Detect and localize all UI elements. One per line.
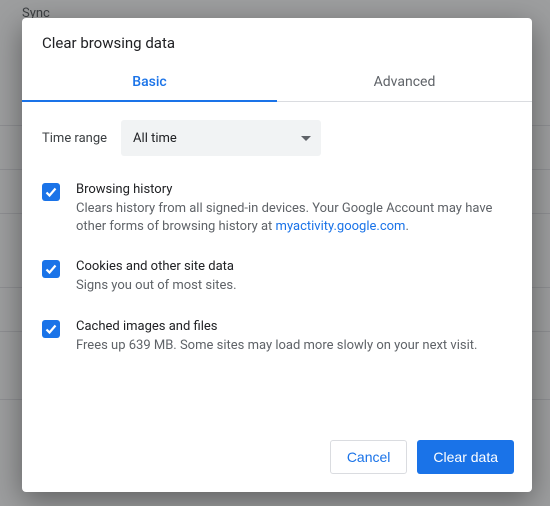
checkbox-browsing-history[interactable] <box>42 183 60 201</box>
option-title: Cached images and files <box>76 319 477 334</box>
tabs: Basic Advanced <box>22 62 532 102</box>
option-title: Cookies and other site data <box>76 259 237 274</box>
chevron-down-icon <box>301 136 311 141</box>
activity-link[interactable]: myactivity.google.com <box>276 219 406 234</box>
dialog-actions: Cancel Clear data <box>22 426 532 492</box>
dialog-body: Time range All time Browsing history Cle… <box>22 102 532 426</box>
option-description: Clears history from all signed-in device… <box>76 200 512 235</box>
time-range-value: All time <box>133 131 177 146</box>
clear-browsing-data-dialog: Clear browsing data Basic Advanced Time … <box>22 18 532 492</box>
dialog-title: Clear browsing data <box>22 18 532 62</box>
option-cookies: Cookies and other site data Signs you ou… <box>42 259 512 295</box>
option-desc-pre: Signs you out of most sites. <box>76 278 237 293</box>
clear-data-button[interactable]: Clear data <box>417 440 514 474</box>
tab-basic[interactable]: Basic <box>22 62 277 101</box>
option-text: Browsing history Clears history from all… <box>76 182 512 235</box>
time-range-label: Time range <box>42 131 107 146</box>
tab-advanced[interactable]: Advanced <box>277 62 532 101</box>
option-cache: Cached images and files Frees up 639 MB.… <box>42 319 512 355</box>
option-text: Cookies and other site data Signs you ou… <box>76 259 237 295</box>
option-description: Frees up 639 MB. Some sites may load mor… <box>76 337 477 355</box>
time-range-select[interactable]: All time <box>121 120 321 156</box>
check-icon <box>44 322 58 336</box>
option-title: Browsing history <box>76 182 512 197</box>
cancel-button[interactable]: Cancel <box>330 440 408 474</box>
option-text: Cached images and files Frees up 639 MB.… <box>76 319 477 355</box>
option-description: Signs you out of most sites. <box>76 277 237 295</box>
option-desc-pre: Frees up 639 MB. Some sites may load mor… <box>76 338 477 353</box>
checkbox-cache[interactable] <box>42 320 60 338</box>
checkbox-cookies[interactable] <box>42 260 60 278</box>
check-icon <box>44 262 58 276</box>
option-browsing-history: Browsing history Clears history from all… <box>42 182 512 235</box>
time-range-row: Time range All time <box>42 120 512 156</box>
option-desc-post: . <box>405 219 408 234</box>
check-icon <box>44 185 58 199</box>
